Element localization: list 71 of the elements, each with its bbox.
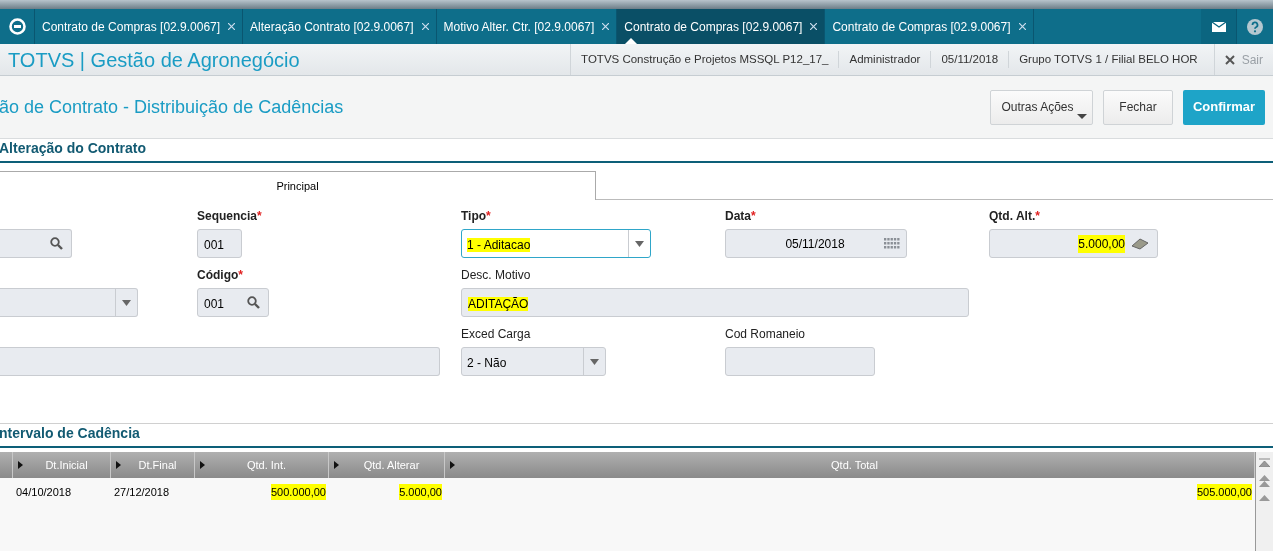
field-value: 001 — [204, 296, 225, 311]
close-icon[interactable] — [1018, 23, 1026, 30]
table-cell: 500.000,00 — [270, 483, 326, 501]
page-up-icon[interactable] — [1259, 475, 1270, 487]
close-icon[interactable] — [810, 23, 818, 30]
calculator-icon[interactable] — [1131, 237, 1149, 250]
required-asterisk: * — [257, 208, 262, 225]
field-label: Data — [725, 208, 751, 225]
section-title: Alteração do Contrato — [0, 139, 146, 158]
close-icon[interactable] — [228, 23, 236, 30]
scroll-top-icon[interactable] — [1259, 458, 1270, 467]
mail-icon[interactable] — [1201, 9, 1237, 44]
required-asterisk: * — [1035, 208, 1040, 225]
scroll-up-icon[interactable] — [1259, 495, 1270, 501]
page-title: ão de Contrato - Distribuição de Cadências — [0, 95, 344, 119]
app-brand: TOTVS | Gestão de Agronegócio — [8, 47, 300, 73]
table-cell: 505.000,00 — [1196, 483, 1252, 501]
dropdown-caret-icon — [590, 358, 599, 365]
window-tab[interactable]: Contrato de Compras [02.9.0067] — [617, 9, 826, 44]
field-label: Qtd. Alt. — [989, 208, 1036, 225]
dropdown-field[interactable] — [0, 288, 138, 317]
field-value: 5.000,00 — [1078, 234, 1125, 253]
field-value: 05/11/2018 — [785, 235, 845, 253]
field-value: 1 - Aditacao — [467, 237, 531, 252]
input-field[interactable]: 001 — [197, 229, 242, 258]
dropdown-caret-icon — [122, 299, 131, 306]
input-field[interactable] — [725, 347, 875, 376]
input-field[interactable]: 001 — [197, 288, 269, 317]
field-label: Exced Carga — [461, 326, 531, 343]
sort-arrow-icon — [334, 461, 339, 469]
field-value: 2 - Não — [467, 355, 507, 370]
input-field[interactable] — [0, 229, 72, 258]
sort-arrow-icon — [450, 461, 455, 469]
table-cell-text: 04/10/2018 — [16, 484, 72, 500]
search-icon[interactable] — [50, 237, 63, 250]
more-actions-button[interactable]: Outras Ações — [990, 89, 1093, 125]
dropdown-caret-icon — [635, 240, 644, 247]
field-label: Tipo — [461, 208, 487, 225]
header-info: Grupo TOTVS 1 / Filial BELO HOR — [1008, 50, 1208, 69]
section-title: ntervalo de Cadência — [0, 424, 140, 443]
header-info: Administrador — [838, 50, 931, 69]
input-field[interactable]: 5.000,00 — [989, 229, 1158, 258]
dropdown-field[interactable]: 2 - Não — [461, 347, 606, 376]
field-label: Cod Romaneio — [725, 326, 806, 343]
search-icon[interactable] — [247, 296, 260, 309]
header-info: TOTVS Construção e Projetos MSSQL P12_17_ — [580, 51, 830, 67]
calendar-icon[interactable] — [884, 237, 900, 250]
close-button[interactable]: Fechar — [1103, 89, 1173, 125]
field-label: Desc. Motivo — [461, 267, 531, 284]
close-icon[interactable] — [421, 23, 429, 30]
scrollbar[interactable] — [1256, 452, 1273, 551]
input-field[interactable]: ADITAÇÃO — [461, 288, 969, 317]
table-cell-text: 27/12/2018 — [114, 484, 170, 500]
header-info: 05/11/2018 — [930, 50, 1009, 69]
sort-arrow-icon — [200, 461, 205, 469]
field-value: ADITAÇÃO — [468, 296, 529, 311]
input-field[interactable] — [0, 347, 440, 376]
dropdown-field[interactable]: 1 - Aditacao — [461, 229, 651, 258]
required-asterisk: * — [486, 208, 491, 225]
sort-arrow-icon — [18, 461, 23, 469]
field-value: 001 — [204, 237, 225, 252]
table-cell: 5.000,00 — [399, 483, 442, 501]
close-icon[interactable] — [602, 23, 610, 30]
form-tab[interactable]: Principal — [0, 171, 596, 200]
field-label: Sequencia — [197, 208, 258, 225]
sort-arrow-icon — [116, 461, 121, 469]
required-asterisk: * — [238, 267, 243, 284]
field-label: Código — [197, 267, 239, 284]
required-asterisk: * — [751, 208, 756, 225]
close-icon — [1224, 54, 1235, 65]
input-field[interactable]: 05/11/2018 — [725, 229, 907, 258]
